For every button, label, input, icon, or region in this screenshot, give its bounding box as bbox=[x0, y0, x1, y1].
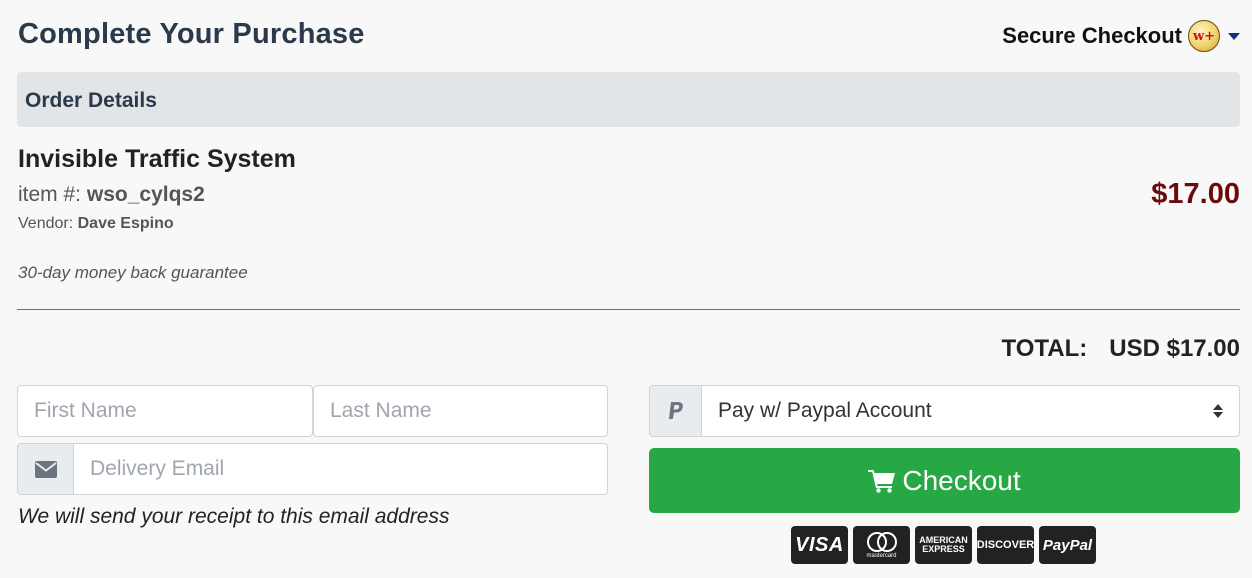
divider bbox=[17, 309, 1240, 310]
mastercard-logo: mastercard bbox=[853, 526, 910, 564]
order-details-title: Order Details bbox=[25, 89, 157, 112]
visa-logo: VISA bbox=[791, 526, 848, 564]
checkout-button[interactable]: Checkout bbox=[649, 448, 1240, 513]
receipt-note: We will send your receipt to this email … bbox=[18, 505, 450, 528]
order-details-header: Order Details bbox=[17, 72, 1240, 127]
vendor-name: Dave Espino bbox=[77, 215, 174, 232]
checkout-label: Checkout bbox=[902, 464, 1021, 496]
payment-method-value: Pay w/ Paypal Account bbox=[718, 399, 932, 422]
first-name-input[interactable] bbox=[17, 385, 313, 437]
mastercard-circles-icon bbox=[866, 531, 897, 552]
page-header: Complete Your Purchase Secure Checkout w… bbox=[18, 16, 1240, 56]
item-number-value: wso_cylqs2 bbox=[86, 183, 205, 206]
guarantee-text: 30-day money back guarantee bbox=[18, 263, 248, 282]
w-plus-logo-icon: w+ bbox=[1188, 20, 1220, 52]
item-number-label: item #: bbox=[18, 183, 82, 206]
vendor-label: Vendor: bbox=[18, 215, 74, 232]
order-total: TOTAL: USD $17.00 bbox=[1001, 335, 1240, 363]
item-number: item #: wso_cylqs2 bbox=[18, 183, 205, 207]
amex-logo: AMERICAN EXPRESS bbox=[915, 526, 972, 564]
sort-arrows-icon bbox=[1213, 404, 1223, 418]
secure-checkout-menu[interactable]: Secure Checkout w+ bbox=[1002, 20, 1240, 52]
discover-logo: DISCOVER bbox=[977, 526, 1034, 564]
secure-checkout-label: Secure Checkout bbox=[1002, 23, 1182, 48]
envelope-icon bbox=[17, 443, 74, 495]
page-title: Complete Your Purchase bbox=[18, 18, 365, 50]
mastercard-label: mastercard bbox=[866, 552, 897, 559]
product-name: Invisible Traffic System bbox=[18, 145, 296, 173]
paypal-icon bbox=[649, 385, 702, 437]
delivery-email-input[interactable] bbox=[74, 443, 608, 495]
paypal-logo: PayPal bbox=[1039, 526, 1096, 564]
total-value: USD $17.00 bbox=[1109, 335, 1240, 362]
payment-method-group: Pay w/ Paypal Account bbox=[649, 385, 1240, 437]
product-price: $17.00 bbox=[1151, 178, 1240, 210]
total-label: TOTAL: bbox=[1001, 335, 1088, 362]
chevron-down-icon[interactable] bbox=[1228, 32, 1240, 40]
amex-line-2: EXPRESS bbox=[922, 544, 965, 554]
vendor: Vendor: Dave Espino bbox=[18, 215, 174, 233]
last-name-input[interactable] bbox=[313, 385, 608, 437]
email-field-group bbox=[17, 443, 608, 495]
cart-icon bbox=[868, 469, 896, 493]
accepted-cards: VISA mastercard AMERICAN EXPRESS DISCOVE… bbox=[791, 526, 1096, 564]
payment-method-select[interactable]: Pay w/ Paypal Account bbox=[702, 385, 1240, 437]
